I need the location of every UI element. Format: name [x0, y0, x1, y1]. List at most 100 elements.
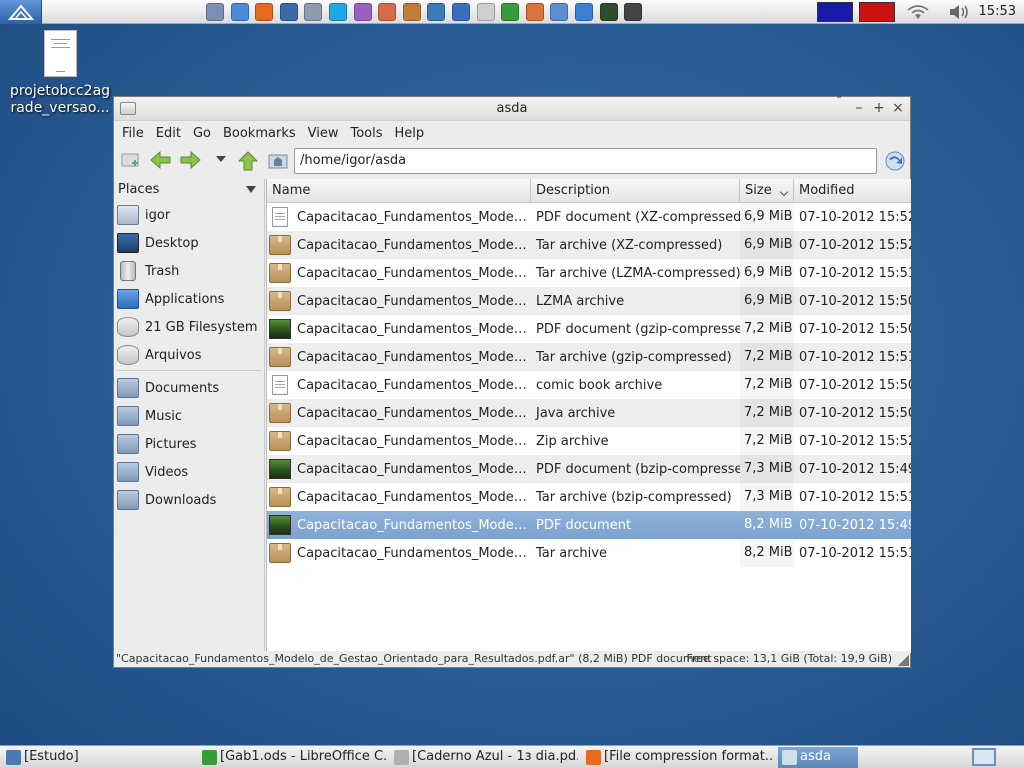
column-modified[interactable]: Modified	[794, 179, 911, 203]
file-row[interactable]: Capacitacao_Fundamentos_Modelo_de_Gestao…	[267, 231, 911, 259]
taskbar-task[interactable]: asda	[778, 747, 858, 768]
file-row[interactable]: Capacitacao_Fundamentos_Modelo_de_Gestao…	[267, 483, 911, 511]
maximize-button[interactable]: +	[870, 99, 888, 117]
file-row[interactable]: Capacitacao_Fundamentos_Modelo_de_Gestao…	[267, 371, 911, 399]
file-size: 8,2 MiB	[740, 539, 794, 567]
folder-icon	[117, 490, 139, 510]
sidebar-item-videos[interactable]: Videos	[114, 458, 264, 486]
column-size[interactable]: Size	[740, 179, 794, 203]
forward-button[interactable]	[179, 150, 201, 171]
forward-arrow-icon	[180, 150, 201, 170]
taskbar-task[interactable]: [Estudo]	[2, 747, 192, 768]
python-icon[interactable]	[427, 3, 446, 21]
sidebar-item-applications[interactable]: Applications	[114, 285, 264, 313]
menu-bookmarks[interactable]: Bookmarks	[217, 126, 302, 141]
go-button[interactable]	[884, 150, 906, 172]
shade-button[interactable]: ˉ	[830, 94, 848, 112]
file-row[interactable]: Capacitacao_Fundamentos_Modelo_de_Gestao…	[267, 315, 911, 343]
file-row[interactable]: Capacitacao_Fundamentos_Modelo_de_Gestao…	[267, 455, 911, 483]
taskbar-task[interactable]: [File compression format...	[582, 747, 774, 768]
file-row[interactable]: Capacitacao_Fundamentos_Modelo_de_Gestao…	[267, 287, 911, 315]
main-menu-button[interactable]	[0, 0, 42, 24]
new-tab-button[interactable]	[120, 151, 142, 171]
skype-icon[interactable]	[329, 3, 347, 21]
pidgin-icon[interactable]	[353, 3, 372, 21]
cpu-monitor[interactable]	[817, 2, 853, 22]
image-viewer-icon[interactable]	[304, 3, 323, 21]
text-editor-icon[interactable]	[476, 3, 495, 21]
menu-help[interactable]: Help	[389, 126, 431, 141]
location-input[interactable]: /home/igor/asda	[294, 148, 877, 174]
taskbar-task[interactable]: [Gab1.ods - LibreOffice C...	[198, 747, 386, 768]
history-dropdown-button[interactable]	[210, 151, 232, 171]
system-monitor-icon[interactable]	[599, 3, 618, 21]
terminal-icon[interactable]	[624, 3, 643, 21]
drive-icon	[117, 345, 139, 365]
ram-monitor[interactable]	[859, 2, 895, 22]
file-manager-icon[interactable]	[206, 3, 224, 21]
file-name: Capacitacao_Fundamentos_Modelo_de_Gestao…	[297, 433, 527, 449]
file-row[interactable]: Capacitacao_Fundamentos_Modelo_de_Gestao…	[267, 203, 911, 231]
download-icon[interactable]	[575, 3, 593, 21]
file-row[interactable]: Capacitacao_Fundamentos_Modelo_de_Gestao…	[267, 427, 911, 455]
chromium-icon[interactable]	[230, 3, 249, 21]
menu-logo-icon	[8, 4, 34, 20]
file-row[interactable]: Capacitacao_Fundamentos_Modelo_de_Gestao…	[267, 511, 911, 539]
sidebar-item-downloads[interactable]: Downloads	[114, 486, 264, 514]
taskbar-task-label: asda	[800, 749, 831, 764]
resize-grip[interactable]	[898, 655, 909, 666]
file-description: comic book archive	[536, 377, 663, 393]
sidebar-item-trash[interactable]: Trash	[114, 257, 264, 285]
column-name[interactable]: Name	[267, 179, 531, 203]
file-row[interactable]: Capacitacao_Fundamentos_Modelo_de_Gestao…	[267, 259, 911, 287]
minimize-button[interactable]: –	[850, 99, 868, 117]
bug-icon[interactable]	[378, 3, 397, 21]
file-size: 6,9 MiB	[740, 231, 794, 259]
firefox-icon[interactable]	[255, 3, 274, 21]
show-desktop-button[interactable]	[972, 748, 996, 766]
file-list: Name Description Size Modified Capacitac…	[266, 179, 911, 653]
sidebar-item-music[interactable]: Music	[114, 402, 264, 430]
menu-bar: File Edit Go Bookmarks View Tools Help	[114, 121, 910, 145]
places-header[interactable]: Places	[114, 179, 264, 201]
chevron-down-icon[interactable]	[246, 186, 256, 193]
file-name: Capacitacao_Fundamentos_Modelo_de_Gestao…	[297, 265, 527, 281]
screenshot-icon[interactable]	[550, 3, 569, 21]
menu-file[interactable]: File	[116, 126, 150, 141]
sidebar-item-arquivos[interactable]: Arquivos	[114, 341, 264, 369]
file-description: Tar archive (gzip-compressed)	[536, 349, 732, 365]
impress-icon[interactable]	[525, 3, 544, 21]
title-bar[interactable]: asda ˉ – + ×	[114, 94, 910, 121]
file-row[interactable]: Capacitacao_Fundamentos_Modelo_de_Gestao…	[267, 399, 911, 427]
file-modified: 07-10-2012 15:49	[799, 517, 911, 533]
file-row[interactable]: Capacitacao_Fundamentos_Modelo_de_Gestao…	[267, 343, 911, 371]
file-row[interactable]: Capacitacao_Fundamentos_Modelo_de_Gestao…	[267, 539, 911, 567]
back-button[interactable]	[150, 150, 172, 171]
file-size: 7,2 MiB	[740, 399, 794, 427]
clock[interactable]: 15:53	[979, 4, 1016, 19]
taskbar-task[interactable]: [Caderno Azul - 1з dia.pd...	[390, 747, 578, 768]
menu-view[interactable]: View	[302, 126, 345, 141]
writer-icon[interactable]	[452, 3, 470, 21]
column-description[interactable]: Description	[531, 179, 740, 203]
volume-icon[interactable]	[948, 4, 970, 20]
desktop-file-icon[interactable]: projetobcc2ag rade_versao...	[4, 30, 116, 117]
calc-icon[interactable]	[501, 3, 520, 21]
sidebar-item-igor[interactable]: igor	[114, 201, 264, 229]
menu-go[interactable]: Go	[187, 126, 217, 141]
file-description: Tar archive (bzip-compressed)	[536, 489, 732, 505]
up-button[interactable]	[237, 151, 259, 171]
home-button[interactable]	[267, 151, 289, 171]
archive-manager-icon[interactable]	[402, 3, 421, 21]
menu-tools[interactable]: Tools	[344, 126, 388, 141]
sidebar-item-pictures[interactable]: Pictures	[114, 430, 264, 458]
close-button[interactable]: ×	[889, 99, 907, 117]
archive-icon	[269, 347, 291, 367]
file-name: Capacitacao_Fundamentos_Modelo_de_Gestao…	[297, 377, 527, 393]
thunderbird-icon[interactable]	[279, 3, 298, 21]
menu-edit[interactable]: Edit	[150, 126, 187, 141]
wifi-icon[interactable]	[906, 4, 930, 20]
sidebar-item-21-gb-filesystem[interactable]: 21 GB Filesystem	[114, 313, 264, 341]
sidebar-item-documents[interactable]: Documents	[114, 374, 264, 402]
sidebar-item-desktop[interactable]: Desktop	[114, 229, 264, 257]
